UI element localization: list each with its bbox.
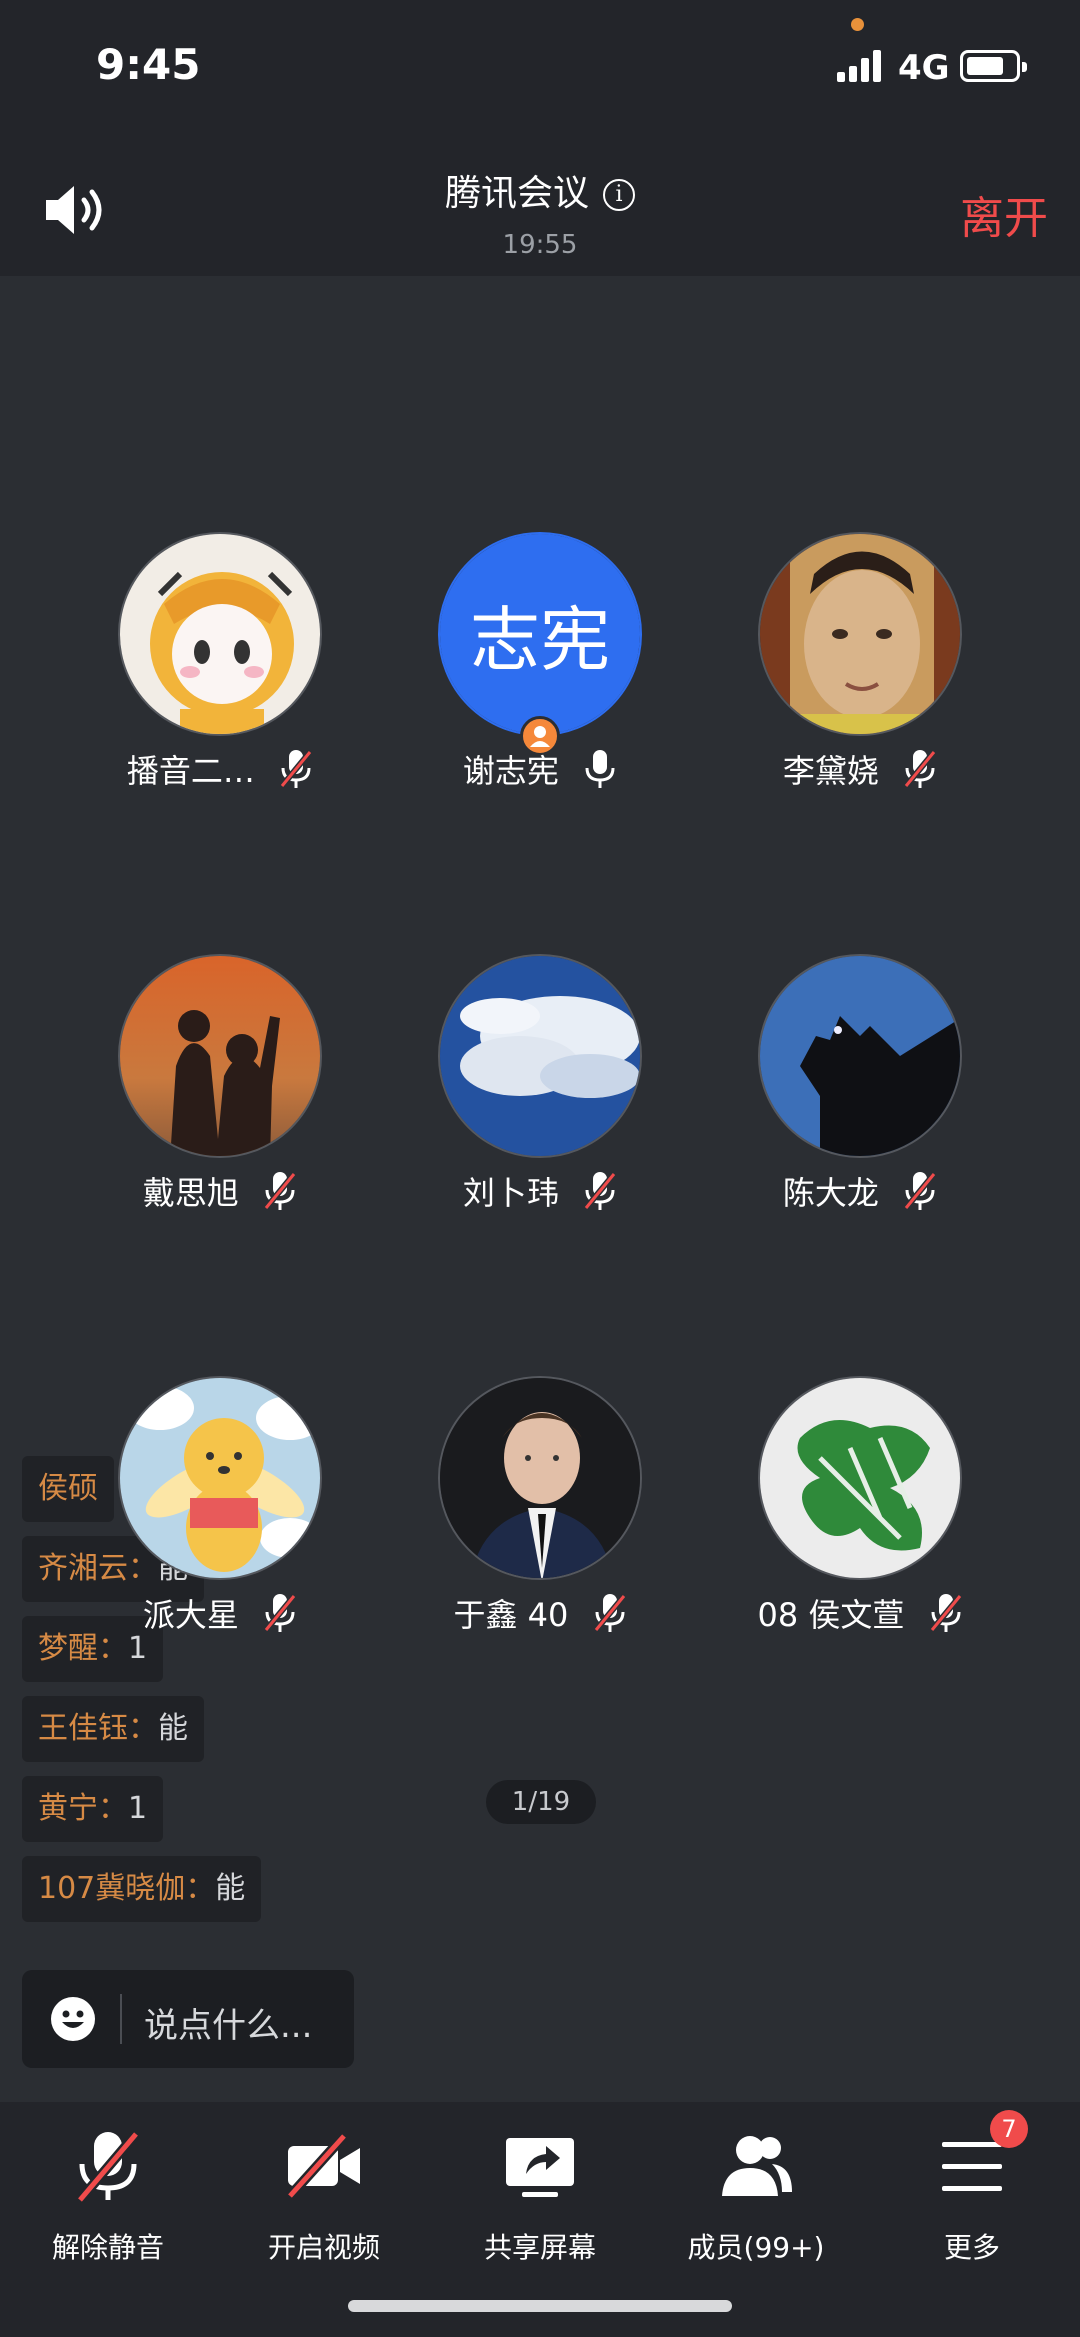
battery-icon [960, 50, 1027, 82]
mic-muted-icon [593, 1594, 626, 1632]
participant-tile[interactable]: 派大星 [60, 1376, 380, 1656]
avatar [758, 954, 962, 1158]
participant-tile[interactable]: 08 侯文萱 [700, 1376, 1020, 1656]
meeting-header: 腾讯会议 i 19:55 离开 [0, 140, 1080, 276]
avatar [118, 1376, 322, 1580]
share-screen-icon [506, 2138, 574, 2197]
chat-message: 黄宁：1 [22, 1776, 164, 1842]
participant-name: 陈大龙 [782, 1174, 879, 1212]
participant-name-row: 李黛娆 [700, 746, 1020, 792]
tool-label: 成员(99+) [687, 2231, 825, 2264]
info-icon[interactable]: i [603, 179, 635, 211]
chat-message: 107冀晓伽：能 [22, 1856, 262, 1922]
chat-user: 107冀晓伽： [38, 1871, 216, 1906]
participant-tile[interactable]: 戴思旭 [60, 954, 380, 1234]
tool-label: 共享屏幕 [483, 2231, 596, 2264]
video-off-icon [286, 2132, 360, 2200]
notification-badge: 7 [990, 2110, 1028, 2148]
mic-muted-icon [903, 750, 937, 788]
mic-muted-icon [263, 1172, 297, 1210]
participant-name: 于鑫 40 [453, 1596, 569, 1634]
participant-name: 派大星 [142, 1596, 239, 1634]
avatar-initials: 志宪 [440, 534, 640, 734]
participant-tile[interactable]: 陈大龙 [700, 954, 1020, 1234]
network-type: 4G [898, 48, 950, 88]
chat-user: 黄宁： [38, 1791, 128, 1826]
avatar [118, 954, 322, 1158]
mic-muted-icon [903, 1172, 937, 1210]
mic-on-icon [585, 750, 615, 788]
chat-text: 1 [128, 1791, 148, 1826]
participant-name: 刘卜玮 [462, 1174, 559, 1212]
members-icon [722, 2136, 792, 2196]
avatar [438, 954, 642, 1158]
input-divider [120, 1994, 122, 2044]
meeting-duration: 19:55 [502, 230, 578, 260]
privacy-indicator-dot [851, 18, 864, 31]
tool-label: 解除静音 [51, 2231, 164, 2264]
participant-name-row: 刘卜玮 [380, 1168, 700, 1214]
mic-muted-icon [583, 1172, 617, 1210]
more-button[interactable]: 7 更多 [864, 2102, 1080, 2282]
participant-name: 播音二… [126, 752, 255, 790]
status-bar: 9:45 4G [0, 0, 1080, 140]
start-video-button[interactable]: 开启视频 [216, 2102, 432, 2282]
unmute-button[interactable]: 解除静音 [0, 2102, 216, 2282]
avatar [758, 1376, 962, 1580]
avatar [118, 532, 322, 736]
participant-name-row: 谢志宪 [380, 746, 700, 792]
participant-name: 戴思旭 [142, 1174, 239, 1212]
participant-name: 谢志宪 [462, 752, 559, 790]
leave-button[interactable]: 离开 [960, 182, 1048, 246]
participant-tile[interactable]: 李黛娆 [700, 532, 1020, 812]
participant-tile[interactable]: 播音二… [60, 532, 380, 812]
avatar [438, 1376, 642, 1580]
participant-name: 李黛娆 [782, 752, 879, 790]
mic-muted-icon [76, 2130, 140, 2204]
mic-muted-icon [263, 1594, 297, 1632]
members-button[interactable]: 成员(99+) [648, 2102, 864, 2282]
chat-user: 王佳钰： [38, 1711, 158, 1746]
meeting-title[interactable]: 腾讯会议 [445, 164, 589, 216]
participant-name-row: 派大星 [60, 1590, 380, 1636]
participant-name-row: 陈大龙 [700, 1168, 1020, 1214]
emoji-icon[interactable] [50, 1996, 96, 2042]
participant-name-row: 戴思旭 [60, 1168, 380, 1214]
avatar: 志宪 [438, 532, 642, 736]
chat-text: 能 [158, 1711, 188, 1746]
tool-label: 更多 [943, 2231, 1000, 2264]
participant-name-row: 于鑫 40 [380, 1590, 700, 1636]
participant-name-row: 播音二… [60, 746, 380, 792]
share-screen-button[interactable]: 共享屏幕 [432, 2102, 648, 2282]
chat-input[interactable]: 说点什么... [22, 1970, 354, 2068]
participant-tile[interactable]: 于鑫 40 [380, 1376, 700, 1656]
page-indicator: 1/19 [486, 1780, 596, 1824]
title-wrap: 腾讯会议 i [0, 164, 1080, 216]
chat-message: 王佳钰：能 [22, 1696, 204, 1762]
mic-muted-icon [929, 1594, 962, 1632]
participant-name-row: 08 侯文萱 [700, 1590, 1020, 1636]
participant-tile[interactable]: 志宪 谢志宪 [380, 532, 700, 812]
avatar [758, 532, 962, 736]
participant-tile[interactable]: 刘卜玮 [380, 954, 700, 1234]
tool-label: 开启视频 [267, 2231, 380, 2264]
mic-muted-icon [279, 750, 313, 788]
home-indicator[interactable] [348, 2300, 732, 2312]
chat-text: 能 [215, 1871, 246, 1906]
participant-name: 08 侯文萱 [757, 1596, 905, 1634]
status-time: 9:45 [96, 40, 201, 89]
chat-input-placeholder[interactable]: 说点什么... [144, 1998, 312, 2047]
signal-icon [837, 50, 881, 82]
